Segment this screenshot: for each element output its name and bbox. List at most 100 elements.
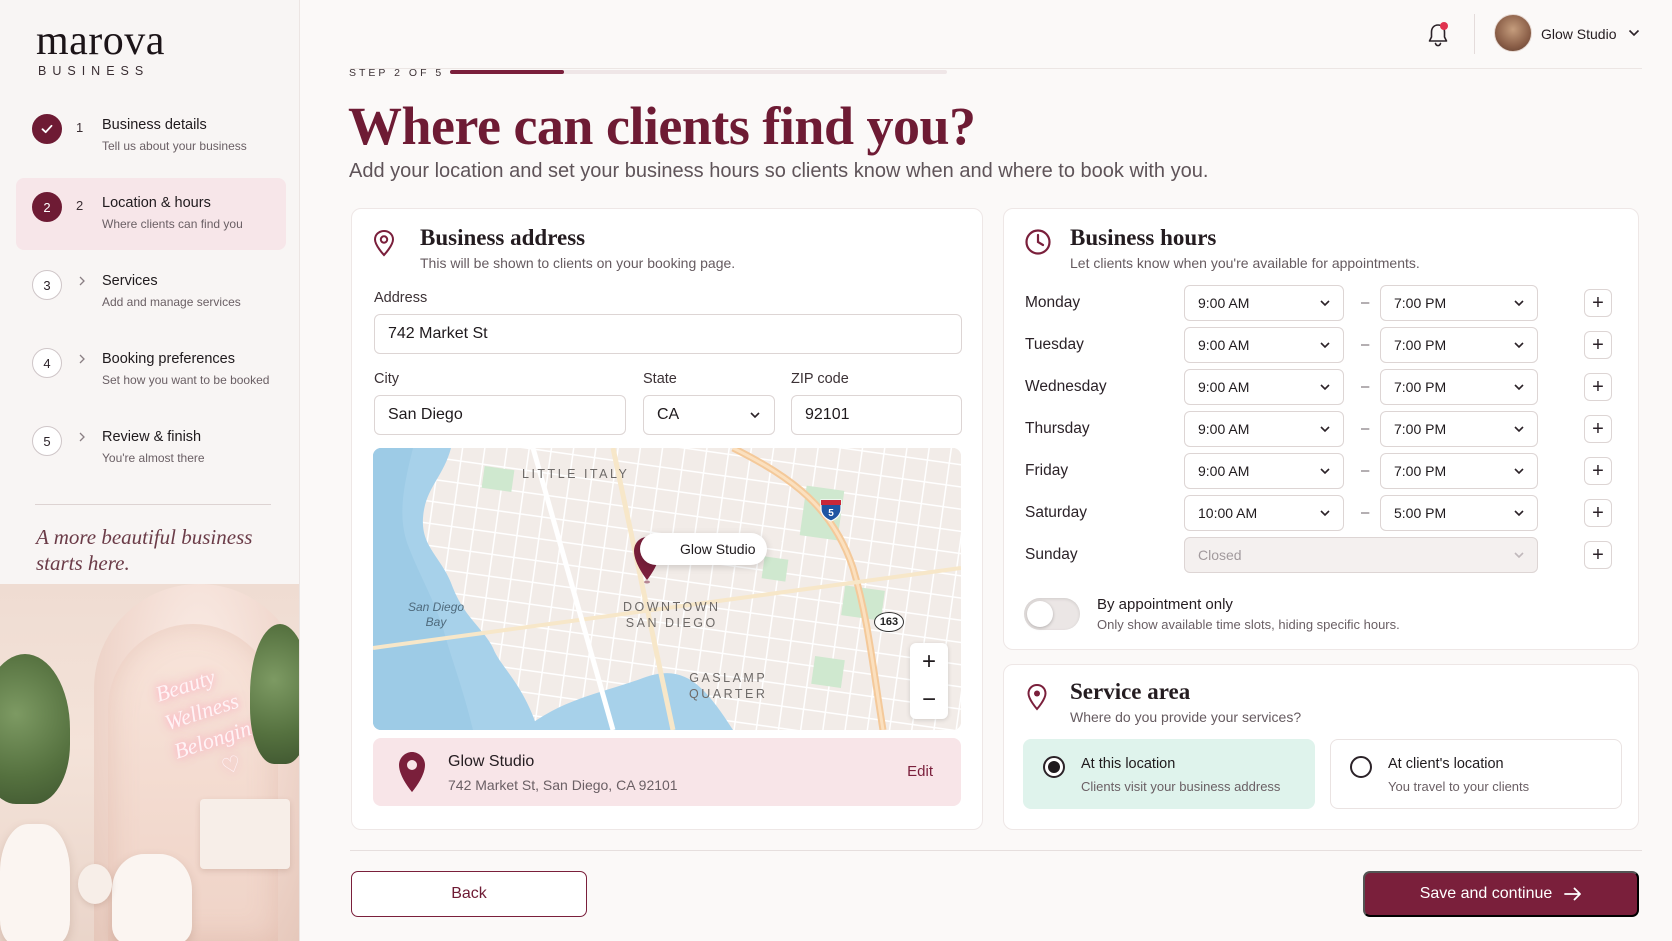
- step-circle: 3: [32, 270, 62, 300]
- card-title: Service area: [1070, 679, 1191, 704]
- step-business-details[interactable]: 1 Business details Tell us about your bu…: [16, 100, 286, 172]
- time-separator: –: [1361, 462, 1370, 479]
- close-time: 7:00 PM: [1394, 463, 1447, 479]
- footer-divider: [350, 850, 1642, 851]
- add-hours-button[interactable]: +: [1584, 289, 1612, 317]
- card-title: Business hours: [1070, 225, 1217, 250]
- step-description: Add and manage services: [102, 295, 241, 309]
- chevron-down-icon: [1320, 510, 1330, 517]
- close-time-select[interactable]: 7:00 PM: [1380, 369, 1538, 405]
- location-map[interactable]: LITTLE ITALY DOWNTOWN SAN DIEGO GASLAMP …: [373, 448, 961, 730]
- state-select[interactable]: CA: [643, 395, 775, 435]
- city-label: City: [374, 371, 399, 387]
- radio-selected[interactable]: [1043, 756, 1065, 778]
- avatar[interactable]: [1494, 14, 1532, 52]
- open-time: 9:00 AM: [1198, 421, 1250, 437]
- open-time-select[interactable]: 9:00 AM: [1184, 369, 1344, 405]
- service-option-at-location[interactable]: At this location Clients visit your busi…: [1023, 739, 1315, 809]
- address-value: 742 Market St: [388, 325, 488, 342]
- chevron-down-icon: [1514, 468, 1524, 475]
- zoom-in-button[interactable]: +: [910, 643, 948, 681]
- step-location-hours[interactable]: 2 2 Location & hours Where clients can f…: [16, 178, 286, 250]
- time-separator: –: [1361, 378, 1370, 395]
- city-input[interactable]: San Diego: [374, 395, 626, 435]
- option-subtitle: You travel to your clients: [1388, 779, 1530, 794]
- day-label: Sunday: [1025, 546, 1078, 563]
- step-number: 2: [76, 198, 84, 213]
- appointment-only-toggle[interactable]: [1024, 598, 1080, 630]
- add-hours-button[interactable]: +: [1584, 331, 1612, 359]
- wizard-steps: 1 Business details Tell us about your bu…: [16, 100, 286, 490]
- closed-select[interactable]: Closed: [1184, 537, 1538, 573]
- close-time-select[interactable]: 7:00 PM: [1380, 327, 1538, 363]
- add-hours-button[interactable]: +: [1584, 499, 1612, 527]
- user-name[interactable]: Glow Studio: [1541, 26, 1616, 42]
- radio-unselected[interactable]: [1350, 756, 1372, 778]
- chevron-down-icon: [1320, 426, 1330, 433]
- page-title: Where can clients find you?: [348, 96, 976, 156]
- map-zoom-controls: + −: [910, 643, 948, 719]
- brand-logo[interactable]: marova BUSINESS: [36, 18, 165, 78]
- chevron-down-icon: [1320, 342, 1330, 349]
- option-title: At client's location: [1388, 756, 1504, 772]
- step-title: Booking preferences: [102, 351, 235, 367]
- close-time-select[interactable]: 7:00 PM: [1380, 285, 1538, 321]
- chevron-down-icon: [1320, 468, 1330, 475]
- card-subtitle: Where do you provide your services?: [1070, 709, 1302, 725]
- open-time-select[interactable]: 9:00 AM: [1184, 285, 1344, 321]
- map-label-gaslamp: GASLAMP QUARTER: [689, 671, 768, 701]
- open-time: 9:00 AM: [1198, 337, 1250, 353]
- day-label: Monday: [1025, 294, 1081, 311]
- location-summary: Glow Studio 742 Market St, San Diego, CA…: [373, 738, 961, 806]
- close-time-select[interactable]: 7:00 PM: [1380, 411, 1538, 447]
- step-title: Services: [102, 273, 158, 289]
- page-subtitle: Add your location and set your business …: [349, 160, 1209, 182]
- sidebar-tagline: A more beautiful business starts here.: [36, 525, 253, 575]
- step-review-finish[interactable]: 5 Review & finish You're almost there: [16, 412, 286, 484]
- open-time-select[interactable]: 9:00 AM: [1184, 327, 1344, 363]
- add-hours-button[interactable]: +: [1584, 415, 1612, 443]
- edit-location-button[interactable]: Edit: [907, 763, 933, 780]
- zip-input[interactable]: 92101: [791, 395, 962, 435]
- step-booking-preferences[interactable]: 4 Booking preferences Set how you want t…: [16, 334, 286, 406]
- step-description: Set how you want to be booked: [102, 373, 270, 387]
- appointment-only-subtitle: Only show available time slots, hiding s…: [1097, 617, 1400, 632]
- map-pin-icon: [399, 752, 425, 792]
- back-button[interactable]: Back: [351, 871, 587, 917]
- step-circle: 5: [32, 426, 62, 456]
- interstate-shield-icon: 5: [820, 499, 842, 522]
- close-time: 7:00 PM: [1394, 295, 1447, 311]
- add-hours-button[interactable]: +: [1584, 541, 1612, 569]
- close-time-select[interactable]: 7:00 PM: [1380, 453, 1538, 489]
- progress-bar: [450, 70, 947, 74]
- add-hours-button[interactable]: +: [1584, 373, 1612, 401]
- sidebar-divider: [35, 504, 271, 505]
- map-label-bay: San Diego Bay: [408, 600, 465, 629]
- service-option-client-location[interactable]: At client's location You travel to your …: [1330, 739, 1622, 809]
- map-label-downtown: DOWNTOWN SAN DIEGO: [623, 600, 721, 630]
- open-time-select[interactable]: 9:00 AM: [1184, 453, 1344, 489]
- zoom-out-button[interactable]: −: [910, 681, 948, 719]
- state-route-marker: 163: [874, 612, 904, 632]
- chevron-down-icon[interactable]: [1628, 28, 1640, 38]
- step-description: You're almost there: [102, 451, 205, 465]
- open-time-select[interactable]: 10:00 AM: [1184, 495, 1344, 531]
- close-time: 7:00 PM: [1394, 337, 1447, 353]
- step-number: 1: [76, 120, 84, 135]
- brand-name: marova: [36, 18, 165, 64]
- plant-left: [0, 654, 70, 804]
- open-time: 10:00 AM: [1198, 505, 1258, 521]
- map-pin-label[interactable]: Glow Studio: [640, 533, 768, 565]
- address-input[interactable]: 742 Market St: [374, 314, 962, 354]
- save-and-continue-button[interactable]: Save and continue: [1363, 871, 1639, 917]
- step-circle: 4: [32, 348, 62, 378]
- back-label: Back: [451, 885, 487, 902]
- day-label: Friday: [1025, 462, 1069, 479]
- location-address: 742 Market St, San Diego, CA 92101: [448, 777, 678, 793]
- step-services[interactable]: 3 Services Add and manage services: [16, 256, 286, 328]
- close-time-select[interactable]: 5:00 PM: [1380, 495, 1538, 531]
- chevron-right-icon: [78, 352, 86, 367]
- add-hours-button[interactable]: +: [1584, 457, 1612, 485]
- salon-illustration: Beauty Wellness Belonging ♡: [0, 584, 299, 941]
- open-time-select[interactable]: 9:00 AM: [1184, 411, 1344, 447]
